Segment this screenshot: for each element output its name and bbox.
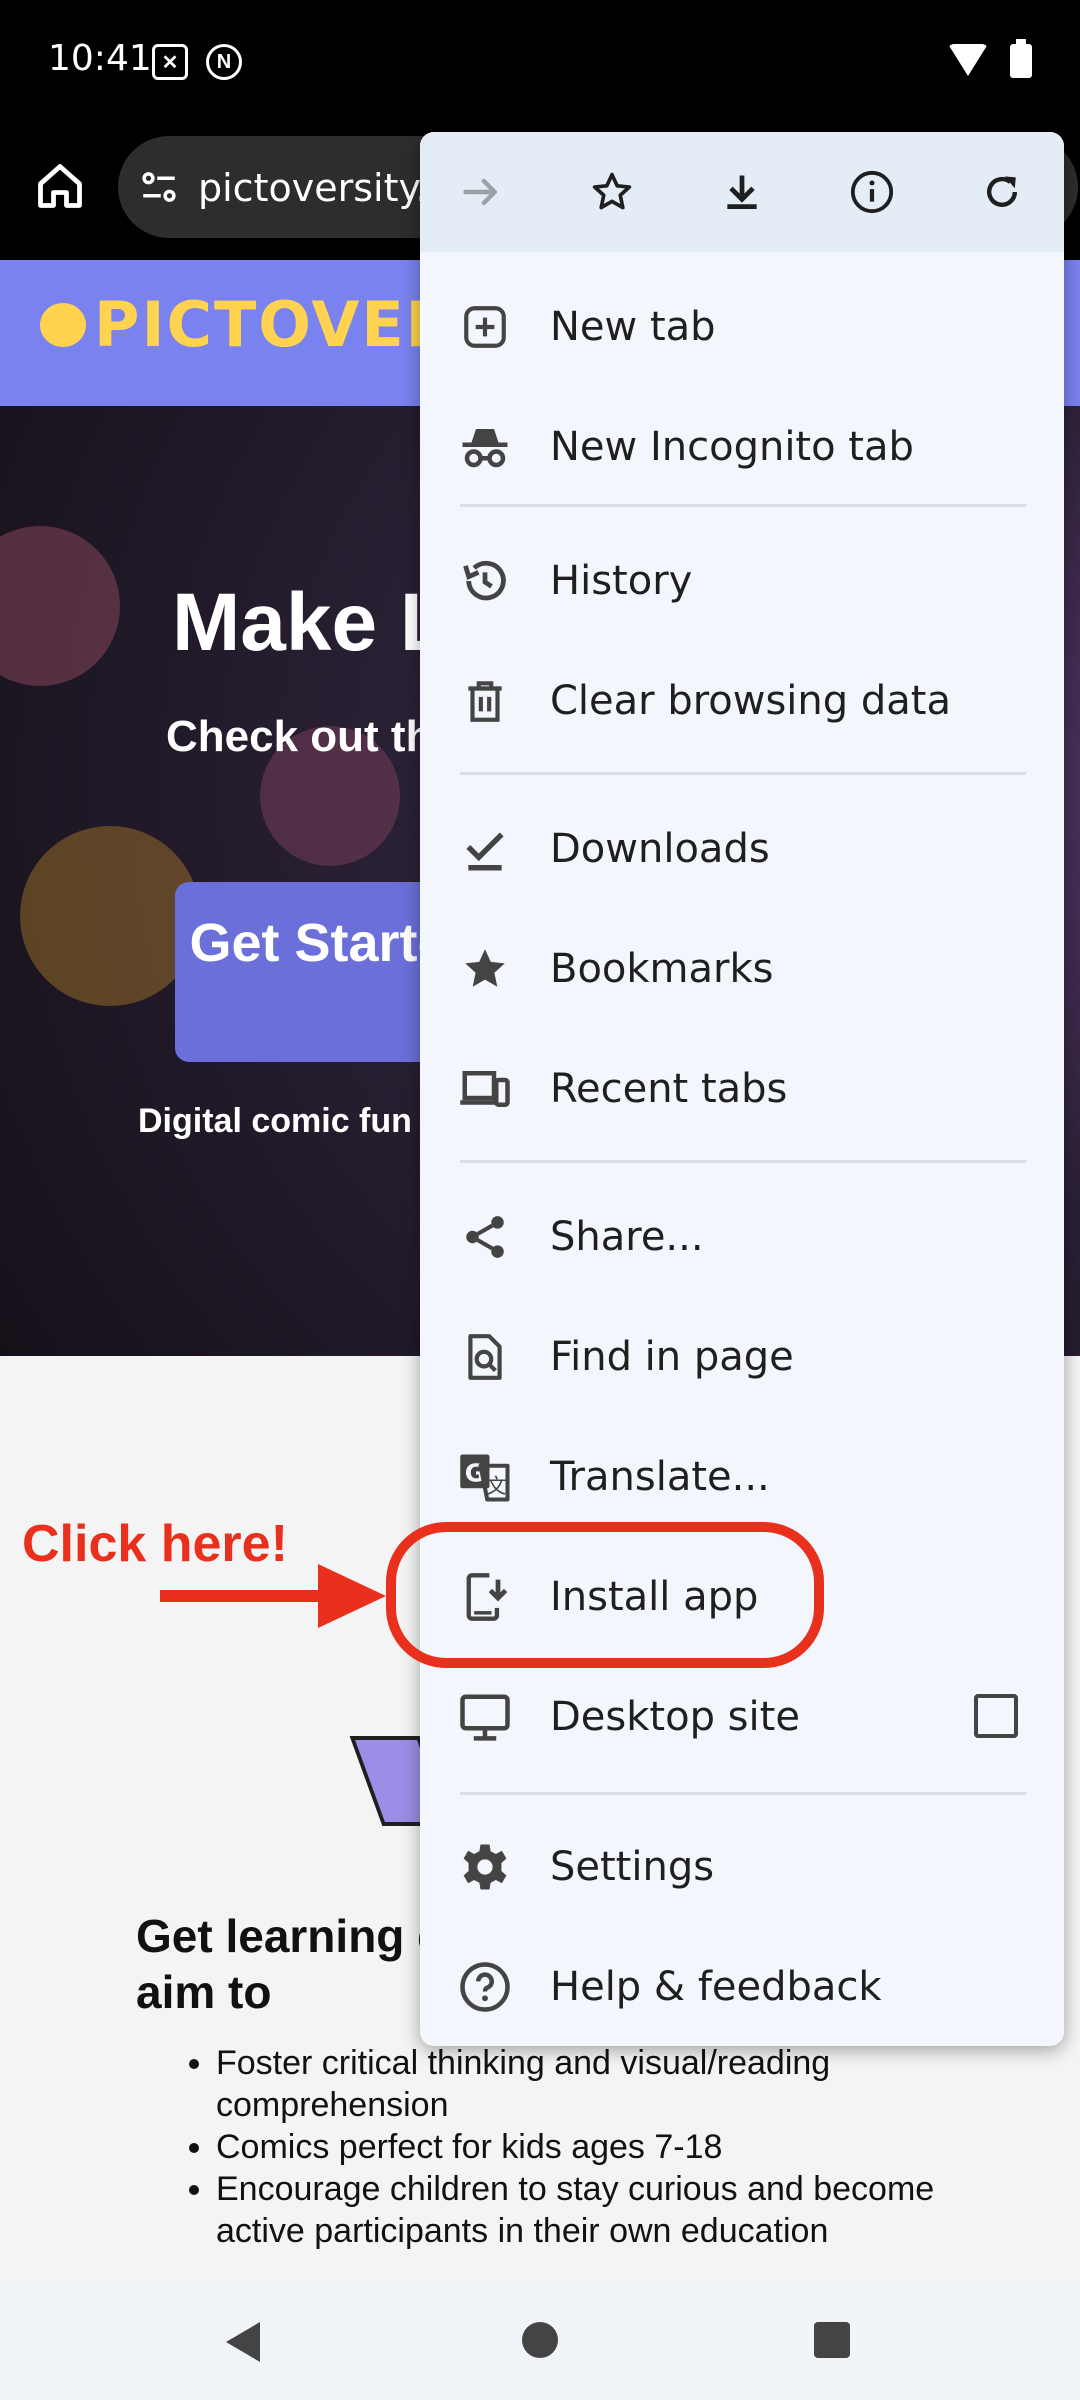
menu-item-label: Settings <box>550 1844 715 1890</box>
menu-item-share[interactable]: Share... <box>420 1176 1064 1296</box>
forward-icon[interactable] <box>456 166 508 218</box>
history-icon <box>458 554 512 608</box>
menu-item-label: Bookmarks <box>550 946 774 992</box>
bookmark-star-icon[interactable] <box>586 166 638 218</box>
menu-action-row <box>420 132 1064 252</box>
menu-item-label: New tab <box>550 304 716 350</box>
battery-icon <box>1010 39 1032 78</box>
hero-bokeh <box>0 526 120 686</box>
menu-item-label: History <box>550 558 693 604</box>
downloads-icon <box>458 822 512 876</box>
menu-item-label: Help & feedback <box>550 1964 882 2010</box>
desktop-site-checkbox[interactable] <box>974 1694 1018 1738</box>
download-icon[interactable] <box>716 166 768 218</box>
settings-gear-icon <box>458 1840 512 1894</box>
translate-icon: G文 <box>458 1450 512 1504</box>
recents-icon[interactable] <box>814 2322 850 2358</box>
home-icon[interactable] <box>30 156 90 216</box>
click-here-callout: Click here! <box>22 1515 288 1573</box>
recent-tabs-icon <box>458 1062 512 1116</box>
menu-item-label: Recent tabs <box>550 1066 788 1112</box>
home-circle-icon[interactable] <box>522 2322 558 2358</box>
menu-item-bookmarks[interactable]: Bookmarks <box>420 908 1064 1028</box>
menu-item-new-incognito-tab[interactable]: New Incognito tab <box>420 386 1064 506</box>
find-in-page-icon <box>458 1330 512 1384</box>
menu-divider <box>460 504 1026 507</box>
menu-item-label: Clear browsing data <box>550 678 951 724</box>
menu-item-history[interactable]: History <box>420 520 1064 640</box>
menu-item-label: Downloads <box>550 826 770 872</box>
menu-item-recent-tabs[interactable]: Recent tabs <box>420 1028 1064 1148</box>
info-icon[interactable] <box>846 166 898 218</box>
back-icon[interactable] <box>226 2322 260 2362</box>
menu-item-find-in-page[interactable]: Find in page <box>420 1296 1064 1416</box>
feature-list: Foster critical thinking and visual/read… <box>216 2042 976 2252</box>
menu-item-new-tab[interactable]: New tab <box>420 266 1064 386</box>
nfc-icon: N <box>206 44 242 80</box>
wifi-icon <box>948 44 988 76</box>
menu-divider <box>460 1792 1026 1795</box>
callout-arrow-head <box>318 1564 386 1628</box>
menu-item-label: Desktop site <box>550 1694 800 1740</box>
share-icon <box>458 1210 512 1264</box>
menu-item-label: New Incognito tab <box>550 424 914 470</box>
menu-item-settings[interactable]: Settings <box>420 1806 1064 1926</box>
site-settings-icon[interactable] <box>138 166 180 213</box>
logo-bubble-icon <box>40 302 86 347</box>
menu-divider <box>460 1160 1026 1163</box>
install-app-highlight <box>386 1522 824 1668</box>
bookmarks-star-icon <box>458 942 512 996</box>
menu-item-desktop-site[interactable]: Desktop site <box>420 1656 1064 1776</box>
menu-item-label: Share... <box>550 1214 704 1260</box>
menu-item-clear-browsing-data[interactable]: Clear browsing data <box>420 640 1064 760</box>
browser-overflow-menu: New tab New Incognito tab History Clear … <box>420 132 1064 2046</box>
list-item: Encourage children to stay curious and b… <box>216 2168 976 2252</box>
menu-item-translate[interactable]: G文 Translate... <box>420 1416 1064 1536</box>
menu-item-downloads[interactable]: Downloads <box>420 788 1064 908</box>
notification-icon: ✕ <box>152 44 188 80</box>
menu-item-label: Translate... <box>550 1454 770 1500</box>
menu-divider <box>460 772 1026 775</box>
incognito-icon <box>458 420 512 474</box>
trash-icon <box>458 674 512 728</box>
menu-item-help-feedback[interactable]: Help & feedback <box>420 1926 1064 2046</box>
reload-icon[interactable] <box>976 166 1028 218</box>
menu-item-label: Find in page <box>550 1334 794 1380</box>
list-item: Foster critical thinking and visual/read… <box>216 2042 976 2126</box>
callout-arrow <box>160 1590 320 1602</box>
svg-text:文: 文 <box>486 1474 506 1498</box>
list-item: Comics perfect for kids ages 7-18 <box>216 2126 976 2168</box>
status-time: 10:41 <box>48 38 152 79</box>
help-icon <box>458 1960 512 2014</box>
status-bar: 10:41 ✕ N <box>0 0 1080 126</box>
system-nav-bar <box>0 2280 1080 2400</box>
new-tab-icon <box>458 300 512 354</box>
desktop-icon <box>458 1690 512 1744</box>
hero-bokeh <box>20 826 200 1006</box>
